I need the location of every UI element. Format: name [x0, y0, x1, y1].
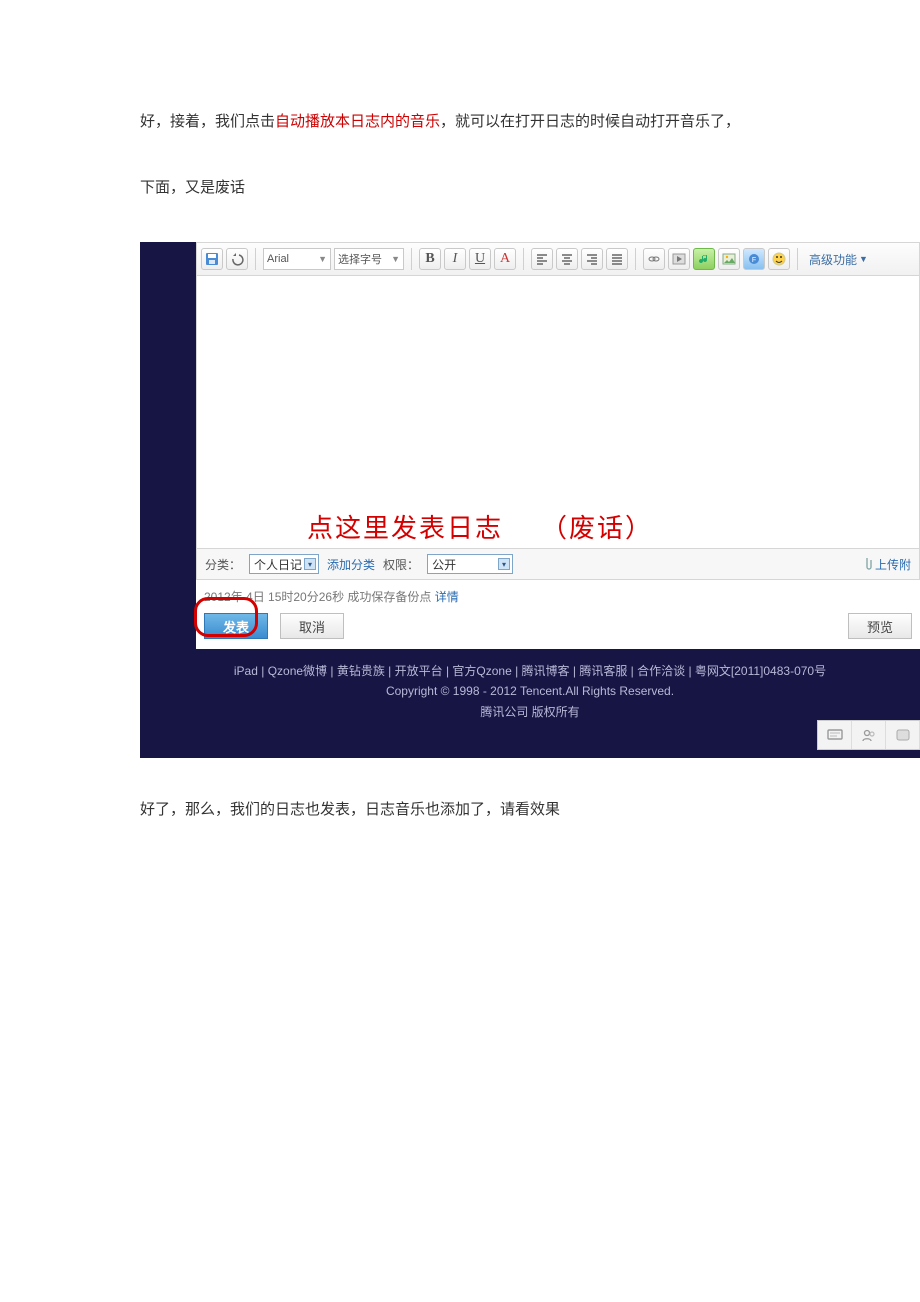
- font-size-select[interactable]: 选择字号▼: [334, 248, 404, 270]
- page-footer: iPad | Qzone微博 | 黄钻贵族 | 开放平台 | 官方Qzone |…: [140, 649, 920, 758]
- image-icon[interactable]: [718, 248, 740, 270]
- editor-body[interactable]: 点这里发表日志（废话）: [196, 276, 920, 548]
- preview-button[interactable]: 预览: [848, 613, 912, 639]
- font-family-value: Arial: [267, 253, 289, 265]
- font-family-select[interactable]: Arial▼: [263, 248, 331, 270]
- align-justify-icon[interactable]: [606, 248, 628, 270]
- align-center-icon[interactable]: [556, 248, 578, 270]
- autosave-row: 2012年 4日 15时20分26秒 成功保存备份点 详情: [196, 580, 920, 605]
- align-right-icon[interactable]: [581, 248, 603, 270]
- align-left-icon[interactable]: [531, 248, 553, 270]
- add-category-link[interactable]: 添加分类: [327, 556, 375, 573]
- category-select[interactable]: 个人日记▾: [249, 554, 319, 574]
- category-label: 分类：: [205, 556, 241, 573]
- paragraph-2: 下面，又是废话: [140, 176, 920, 200]
- paperclip-icon: [862, 557, 872, 571]
- underline-button[interactable]: U: [469, 248, 491, 270]
- embedded-screenshot: Arial▼ 选择字号▼ B I U A F: [140, 242, 920, 758]
- editor-toolbar: Arial▼ 选择字号▼ B I U A F: [196, 242, 920, 276]
- font-size-placeholder: 选择字号: [338, 251, 382, 267]
- upload-attachment-link[interactable]: 上传附: [862, 556, 911, 573]
- footer-links[interactable]: iPad | Qzone微博 | 黄钻贵族 | 开放平台 | 官方Qzone |…: [148, 661, 912, 681]
- cancel-button[interactable]: 取消: [280, 613, 344, 639]
- video-icon[interactable]: [668, 248, 690, 270]
- music-icon[interactable]: [693, 248, 715, 270]
- permission-select[interactable]: 公开▾: [427, 554, 513, 574]
- handwritten-annotation: 点这里发表日志（废话）: [307, 508, 653, 545]
- italic-button[interactable]: I: [444, 248, 466, 270]
- footer-copyright: Copyright © 1998 - 2012 Tencent.All Righ…: [148, 681, 912, 701]
- footer-company: 腾讯公司 版权所有: [148, 702, 912, 722]
- text: ，就可以在打开日志的时候自动打开音乐了，: [440, 113, 740, 130]
- button-row: 发表 取消 预览: [196, 605, 920, 647]
- link-icon[interactable]: [643, 248, 665, 270]
- message-icon[interactable]: [818, 721, 852, 749]
- text: 好，接着，我们点击: [140, 113, 275, 130]
- save-icon[interactable]: [201, 248, 223, 270]
- contacts-icon[interactable]: [852, 721, 886, 749]
- undo-icon[interactable]: [226, 248, 248, 270]
- emoji-icon[interactable]: [768, 248, 790, 270]
- svg-text:F: F: [752, 257, 756, 264]
- flash-icon[interactable]: F: [743, 248, 765, 270]
- advanced-link[interactable]: 高级功能 ▼: [809, 251, 868, 268]
- paragraph-1: 好，接着，我们点击自动播放本日志内的音乐，就可以在打开日志的时候自动打开音乐了，: [140, 110, 920, 134]
- paragraph-3: 好了，那么，我们的日志也发表，日志音乐也添加了，请看效果: [140, 798, 920, 819]
- font-color-button[interactable]: A: [494, 248, 516, 270]
- category-row: 分类： 个人日记▾ 添加分类 权限： 公开▾ 上传附: [196, 548, 920, 580]
- bold-button[interactable]: B: [419, 248, 441, 270]
- quick-icon[interactable]: [886, 721, 920, 749]
- autosave-text: 2012年 4日 15时20分26秒 成功保存备份点: [204, 590, 431, 604]
- permission-label: 权限：: [383, 556, 419, 573]
- autosave-detail-link[interactable]: 详情: [435, 590, 459, 604]
- highlighted-text: 自动播放本日志内的音乐: [275, 113, 440, 130]
- quick-toolbar: [817, 720, 920, 750]
- publish-button[interactable]: 发表: [204, 613, 268, 639]
